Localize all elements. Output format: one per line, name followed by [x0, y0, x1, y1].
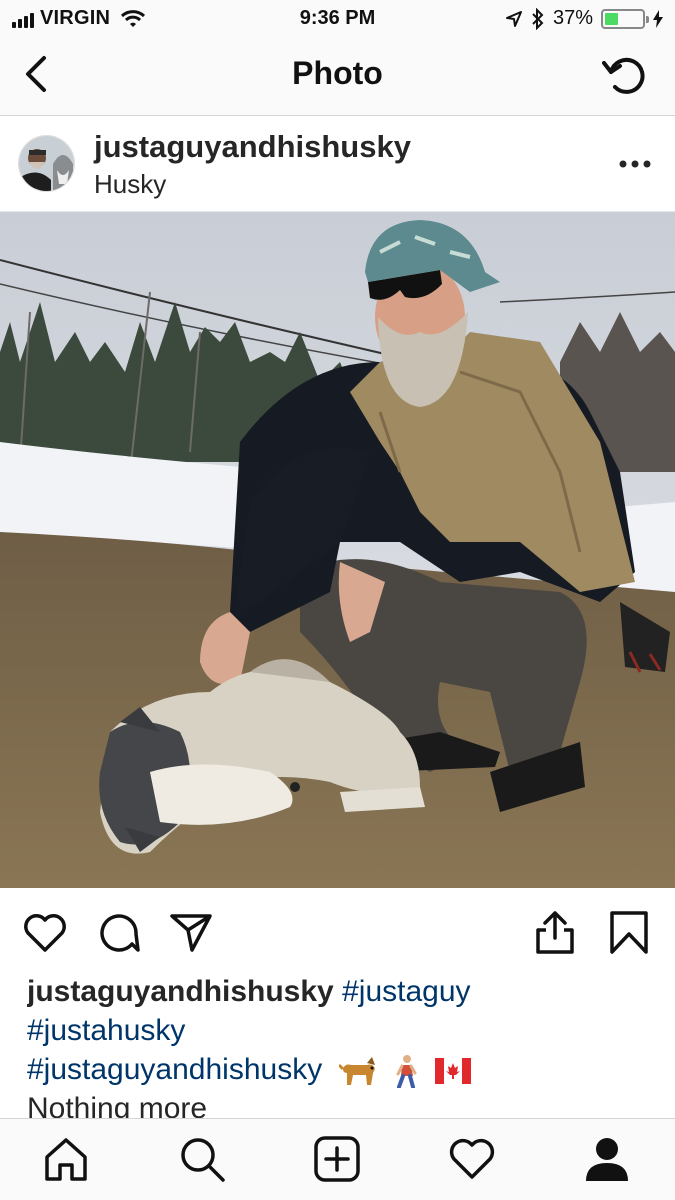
refresh-button[interactable]: [601, 52, 649, 100]
status-bar: VIRGIN 9:36 PM 37%: [0, 0, 675, 38]
battery-icon: [601, 8, 649, 29]
home-icon[interactable]: [42, 1135, 90, 1183]
profile-icon[interactable]: [583, 1135, 631, 1183]
post-username[interactable]: justaguyandhishusky: [94, 129, 411, 165]
share-upload-icon[interactable]: [532, 910, 578, 956]
add-post-icon[interactable]: [313, 1135, 361, 1183]
bookmark-icon[interactable]: [606, 910, 652, 956]
bluetooth-icon: [532, 7, 544, 30]
post-photo[interactable]: [0, 212, 675, 888]
battery-percent: 37%: [552, 7, 593, 29]
post-caption: justaguyandhishusky #justaguy #justahusk…: [27, 972, 657, 1118]
charging-bolt-icon: [653, 9, 663, 28]
battery-fill: [605, 12, 619, 25]
post-header: justaguyandhishusky Husky: [0, 117, 675, 212]
hashtag-link[interactable]: #justaguy: [342, 975, 470, 1008]
more-horizontal-icon[interactable]: [619, 157, 651, 171]
action-bar: [0, 888, 675, 972]
comment-icon[interactable]: [96, 910, 142, 956]
post-location[interactable]: Husky: [94, 169, 166, 200]
person-walking-emoji: [396, 1055, 417, 1089]
location-arrow-icon: [505, 10, 522, 27]
status-right: 37%: [505, 7, 663, 30]
caption-username[interactable]: justaguyandhishusky: [27, 975, 334, 1008]
nav-bar: Photo: [0, 38, 675, 116]
activity-heart-icon[interactable]: [448, 1135, 496, 1183]
canada-flag-emoji: [435, 1058, 472, 1085]
dog-emoji: [338, 1057, 375, 1086]
direct-share-icon[interactable]: [168, 910, 214, 956]
hashtag-link[interactable]: #justahusky: [27, 1014, 185, 1047]
tab-bar: [0, 1118, 675, 1200]
search-icon[interactable]: [178, 1135, 226, 1183]
page-title: Photo: [292, 55, 383, 91]
hashtag-link[interactable]: #justaguyandhishusky: [27, 1053, 322, 1086]
caption-continuation: Nothing more: [27, 1092, 208, 1118]
heart-icon[interactable]: [22, 910, 68, 956]
avatar[interactable]: [18, 135, 75, 192]
